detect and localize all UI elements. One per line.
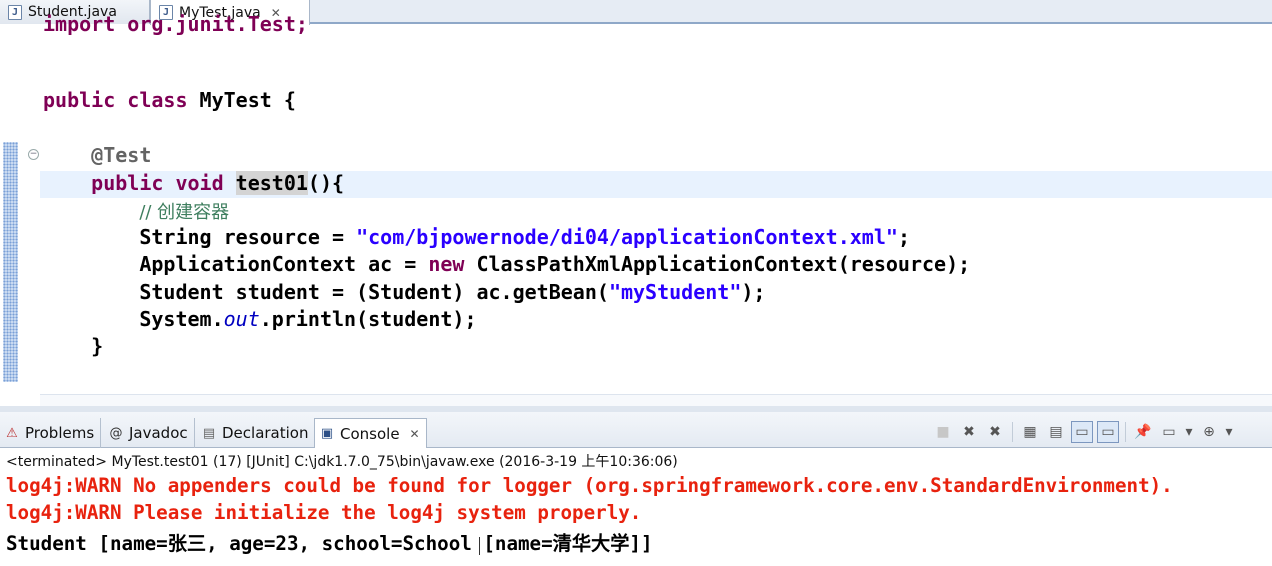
tab-console[interactable]: ▣ Console ✕ xyxy=(314,418,427,448)
open-console-icon[interactable]: ⊕ xyxy=(1198,421,1220,443)
code-line-getbean: Student student = (Student) ac.getBean("… xyxy=(139,280,766,304)
horizontal-scrollbar[interactable] xyxy=(40,394,1272,406)
fold-collapse-icon[interactable]: − xyxy=(28,149,39,160)
code-line-comment: // 创建容器 xyxy=(139,202,230,223)
clear-console-icon[interactable]: ▦ xyxy=(1019,421,1041,443)
console-line: log4j:WARN No appenders could be found f… xyxy=(6,474,1173,497)
display-console-icon[interactable]: ▭ xyxy=(1158,421,1180,443)
scroll-lock-icon[interactable]: ▤ xyxy=(1045,421,1067,443)
overview-ruler xyxy=(3,142,18,382)
view-menu-icon[interactable]: ▾ xyxy=(1224,421,1234,443)
show-stderr-icon[interactable]: ▭ xyxy=(1097,421,1119,443)
terminated-label: <terminated> MyTest.test01 (17) [JUnit] … xyxy=(6,454,678,470)
console-output[interactable]: <terminated> MyTest.test01 (17) [JUnit] … xyxy=(0,449,1272,566)
at-icon: @ xyxy=(109,425,123,441)
pin-console-icon[interactable]: 📌 xyxy=(1132,421,1154,443)
problems-icon: ⚠ xyxy=(6,425,18,441)
toolbar-separator xyxy=(1125,422,1126,442)
tab-label: Declaration xyxy=(222,424,309,442)
tab-label: Javadoc xyxy=(129,424,188,442)
remove-all-icon[interactable]: ✖ xyxy=(984,421,1006,443)
text-cursor-icon xyxy=(479,537,480,555)
terminate-icon[interactable]: ■ xyxy=(932,421,954,443)
code-line-context: ApplicationContext ac = new ClassPathXml… xyxy=(139,252,971,276)
console-line: log4j:WARN Please initialize the log4j s… xyxy=(6,501,642,524)
code-editor[interactable]: import org.junit.Test; − public class My… xyxy=(0,12,1272,406)
close-icon[interactable]: ✕ xyxy=(410,427,420,441)
code-line-method: public void test01(){ xyxy=(91,171,345,195)
dropdown-icon[interactable]: ▾ xyxy=(1184,421,1194,443)
console-toolbar: ■ ✖ ✖ ▦ ▤ ▭ ▭ 📌 ▭ ▾ ⊕ ▾ xyxy=(930,420,1236,444)
java-file-icon: J xyxy=(8,4,22,20)
tab-declaration[interactable]: ▤ Declaration xyxy=(197,418,316,448)
tab-javadoc[interactable]: @ Javadoc xyxy=(104,418,195,448)
toolbar-separator xyxy=(1012,422,1013,442)
console-line: Student [name=张三, age=23, school=School … xyxy=(6,532,653,555)
tab-problems[interactable]: ⚠ Problems xyxy=(0,418,102,448)
code-line-import: import org.junit.Test; xyxy=(43,12,308,36)
remove-launch-icon[interactable]: ✖ xyxy=(958,421,980,443)
code-line-println: System.out.println(student); xyxy=(139,307,477,331)
code-line-resource: String resource = "com/bjpowernode/di04/… xyxy=(139,225,910,249)
tab-label: Problems xyxy=(25,424,95,442)
code-line-annotation: @Test xyxy=(91,143,152,167)
tab-label: Console xyxy=(340,424,400,443)
method-name: test01 xyxy=(235,171,308,195)
declaration-icon: ▤ xyxy=(202,425,216,441)
code-line-close-brace: } xyxy=(91,334,104,358)
show-stdout-icon[interactable]: ▭ xyxy=(1071,421,1093,443)
code-line-class: public class MyTest { xyxy=(43,88,296,112)
console-icon: ▣ xyxy=(320,426,334,441)
